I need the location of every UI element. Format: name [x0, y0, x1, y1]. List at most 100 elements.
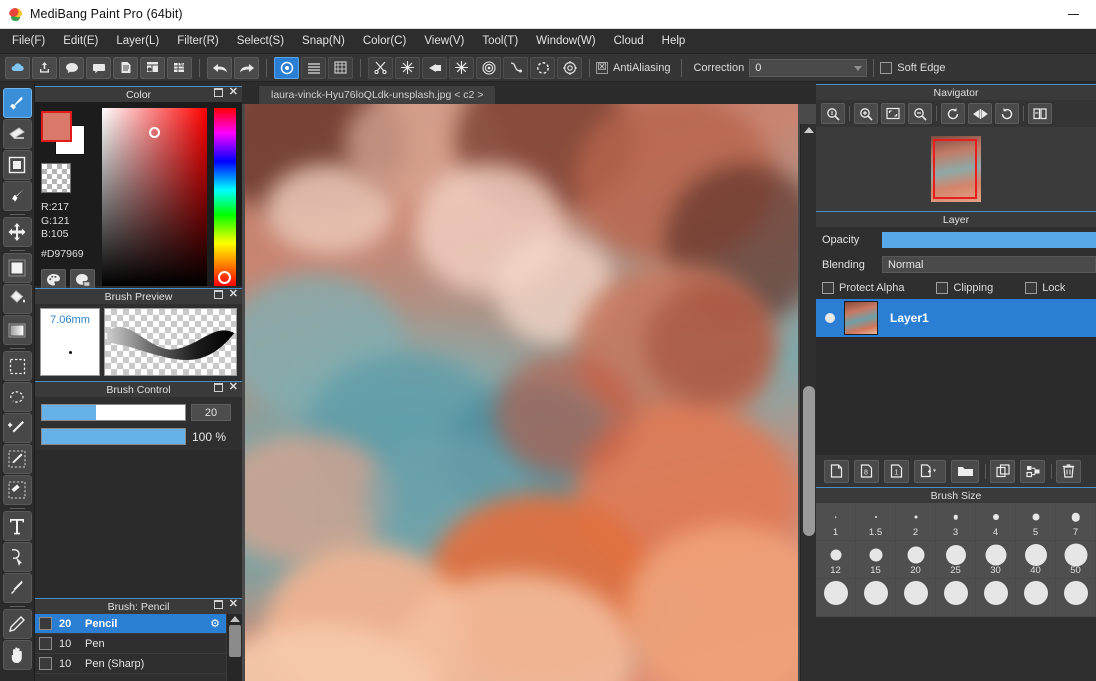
artboard[interactable] — [245, 104, 798, 681]
layer-visibility-icon[interactable] — [816, 313, 844, 323]
concentric-icon[interactable] — [476, 56, 501, 79]
menu-item-toolt[interactable]: Tool(T) — [473, 31, 527, 51]
layer-opacity-slider[interactable] — [882, 231, 1096, 248]
brush-size-cell[interactable] — [816, 579, 856, 617]
brush-size-cell[interactable]: 40 — [1016, 541, 1056, 579]
delete-layer-icon[interactable] — [1056, 459, 1081, 483]
brush-mode-icon[interactable] — [274, 56, 299, 79]
snowflake-icon[interactable] — [449, 56, 474, 79]
fit-screen-icon[interactable] — [881, 103, 905, 124]
correction-dropdown[interactable]: 0 — [749, 58, 868, 77]
brush-size-value[interactable]: 20 — [191, 404, 231, 421]
brush-size-slider[interactable] — [41, 404, 186, 421]
menu-item-cloud[interactable]: Cloud — [605, 31, 653, 51]
brush-size-cell[interactable]: 2 — [896, 503, 936, 541]
eraser-tool[interactable] — [2, 119, 32, 149]
brush-size-cell[interactable]: 1.5 — [856, 503, 896, 541]
navigator-preview[interactable] — [816, 127, 1096, 211]
add-folder-icon[interactable] — [951, 459, 979, 483]
layer-row[interactable]: Layer1 — [816, 299, 1096, 337]
brush-list-item[interactable]: 10 Pen (Sharp) — [35, 654, 242, 674]
gear-icon[interactable] — [557, 56, 582, 79]
canvas-vertical-scrollbar[interactable] — [800, 124, 816, 681]
compare-icon[interactable] — [1028, 103, 1052, 124]
mesh-icon[interactable] — [328, 56, 353, 79]
marquee-select-tool[interactable] — [2, 351, 32, 381]
brush-size-cell[interactable]: 1 — [816, 503, 856, 541]
menu-item-layerl[interactable]: Layer(L) — [107, 31, 168, 51]
close-icon[interactable]: ✕ — [229, 87, 238, 98]
blending-mode-dropdown[interactable]: Normal — [882, 256, 1096, 273]
hue-slider[interactable] — [214, 108, 236, 286]
transparent-swatch[interactable] — [41, 163, 71, 193]
text-tool[interactable] — [2, 511, 32, 541]
upload-icon[interactable] — [32, 56, 57, 79]
fill-rect-tool[interactable] — [2, 253, 32, 283]
menu-item-filef[interactable]: File(F) — [3, 31, 54, 51]
soft-edge-checkbox[interactable] — [880, 61, 893, 74]
move-tool[interactable] — [2, 217, 32, 247]
brush-size-cell[interactable] — [896, 579, 936, 617]
brush-size-cell[interactable]: 50 — [1056, 541, 1096, 579]
comment-icon[interactable] — [59, 56, 84, 79]
pen-edit-tool[interactable] — [2, 609, 32, 639]
lasso-select-tool[interactable] — [2, 382, 32, 412]
brush-size-cell[interactable]: 7 — [1056, 503, 1096, 541]
brush-size-cell[interactable] — [856, 579, 896, 617]
bucket-tool[interactable] — [2, 284, 32, 314]
brush-size-cell[interactable]: 5 — [1016, 503, 1056, 541]
float-icon[interactable] — [213, 290, 223, 299]
color-swatches[interactable] — [41, 111, 87, 155]
brush-list-scrollbar[interactable] — [226, 614, 242, 681]
scissors-icon[interactable] — [368, 56, 393, 79]
brush-size-cell[interactable]: 12 — [816, 541, 856, 579]
brush-size-cell[interactable]: 4 — [976, 503, 1016, 541]
protect-alpha-checkbox[interactable]: Protect Alpha — [822, 282, 904, 294]
add-layer-menu-icon[interactable] — [914, 459, 946, 483]
curve-icon[interactable] — [503, 56, 528, 79]
document-tab[interactable]: laura-vinck-Hyu76loQLdk-unsplash.jpg < c… — [258, 85, 497, 104]
sparkle-icon[interactable] — [395, 56, 420, 79]
gear-icon[interactable]: ⚙ — [210, 617, 220, 630]
menu-item-windoww[interactable]: Window(W) — [527, 31, 604, 51]
zoom-out-icon[interactable] — [908, 103, 932, 124]
grid-edit-icon[interactable] — [167, 56, 192, 79]
brush-size-cell[interactable]: 30 — [976, 541, 1016, 579]
scroll-up-icon[interactable] — [803, 127, 814, 133]
brush-size-cell[interactable]: 25 — [936, 541, 976, 579]
menu-item-colorc[interactable]: Color(C) — [354, 31, 415, 51]
merge-layer-icon[interactable] — [1020, 459, 1045, 483]
menu-item-snapn[interactable]: Snap(N) — [293, 31, 354, 51]
brush-list-item[interactable]: 20 Pencil ⚙ — [35, 614, 242, 634]
zoom-in-icon[interactable] — [854, 103, 878, 124]
rotate-right-icon[interactable] — [995, 103, 1019, 124]
shape-tool[interactable] — [2, 150, 32, 180]
scroll-up-icon[interactable] — [229, 616, 240, 622]
brush-size-cell[interactable] — [1056, 579, 1096, 617]
menu-item-selects[interactable]: Select(S) — [228, 31, 293, 51]
antialiasing-checkbox[interactable]: ☒ — [596, 61, 608, 74]
arrow-left-icon[interactable] — [422, 56, 447, 79]
add-layer-icon[interactable] — [824, 459, 849, 483]
float-icon[interactable] — [213, 383, 223, 392]
magic-wand-tool[interactable] — [2, 413, 32, 443]
brush-tool[interactable] — [2, 88, 32, 118]
canvas-stage[interactable] — [242, 104, 816, 681]
eyedropper-tool[interactable] — [2, 573, 32, 603]
add-1bit-layer-icon[interactable]: 1 — [884, 459, 909, 483]
clipping-checkbox[interactable]: Clipping — [936, 282, 993, 294]
rotate-left-icon[interactable] — [941, 103, 965, 124]
panel-icon[interactable] — [140, 56, 165, 79]
scroll-thumb[interactable] — [803, 386, 815, 536]
brush-size-cell[interactable] — [976, 579, 1016, 617]
cloud-icon[interactable] — [5, 56, 30, 79]
halftone-icon[interactable] — [301, 56, 326, 79]
menu-item-filterr[interactable]: Filter(R) — [168, 31, 228, 51]
float-icon[interactable] — [213, 88, 223, 97]
brush-size-cell[interactable] — [1016, 579, 1056, 617]
undo-icon[interactable] — [207, 56, 232, 79]
brush-size-cell[interactable] — [936, 579, 976, 617]
select-eraser-tool[interactable] — [2, 475, 32, 505]
zoom-reset-icon[interactable] — [821, 103, 845, 124]
brush-list-item[interactable]: 10 Pen — [35, 634, 242, 654]
